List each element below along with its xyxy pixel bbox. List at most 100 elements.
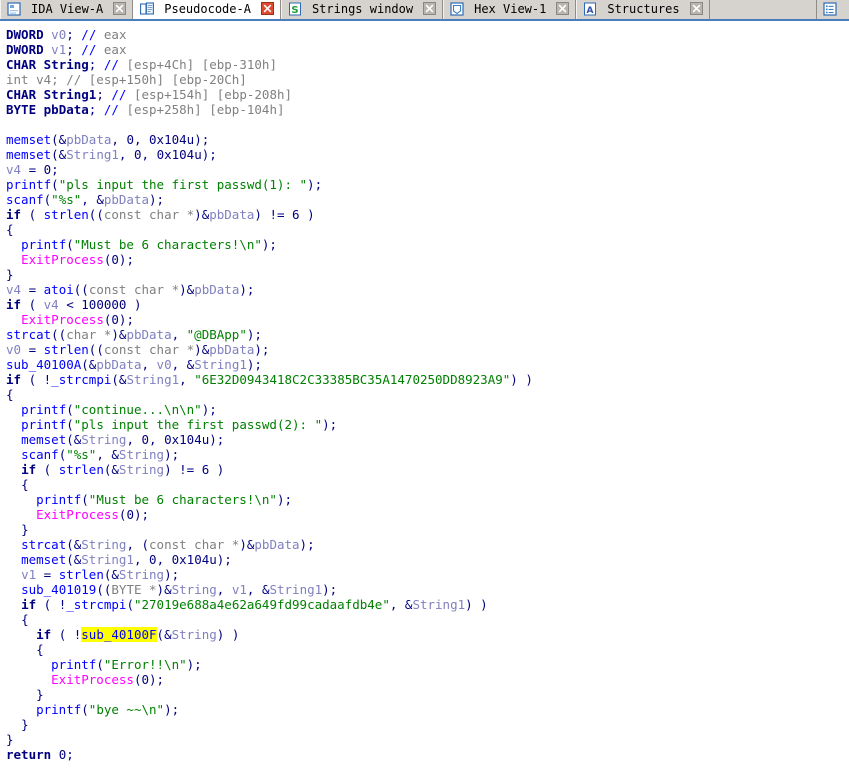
- code-token[interactable]: sub_40100A: [6, 357, 81, 372]
- code-token[interactable]: strlen: [59, 567, 104, 582]
- tab-close-icon[interactable]: [689, 2, 703, 15]
- code-line[interactable]: strcat((char *)&pbData, "@DBApp");: [6, 327, 849, 342]
- code-token[interactable]: v0: [157, 357, 172, 372]
- code-line[interactable]: memset(&String1, 0, 0x104u);: [6, 552, 849, 567]
- code-token[interactable]: printf: [21, 402, 66, 417]
- code-line[interactable]: ExitProcess(0);: [6, 312, 849, 327]
- code-token[interactable]: printf: [36, 702, 81, 717]
- code-line[interactable]: printf("pls input the first passwd(2): "…: [6, 417, 849, 432]
- code-line[interactable]: if ( strlen((const char *)&pbData) != 6 …: [6, 207, 849, 222]
- code-line[interactable]: printf("Error!!\n");: [6, 657, 849, 672]
- code-line[interactable]: DWORD v1; // eax: [6, 42, 849, 57]
- code-line[interactable]: printf("bye ~~\n");: [6, 702, 849, 717]
- tab-structures[interactable]: A Structures: [576, 0, 710, 19]
- code-token[interactable]: //: [81, 42, 96, 57]
- code-line[interactable]: if ( strlen(&String) != 6 ): [6, 462, 849, 477]
- code-token[interactable]: String: [81, 432, 126, 447]
- code-line[interactable]: [6, 117, 849, 132]
- code-line[interactable]: v4 = 0;: [6, 162, 849, 177]
- code-token[interactable]: String: [119, 567, 164, 582]
- code-token[interactable]: atoi: [44, 282, 74, 297]
- code-token[interactable]: pbData: [209, 207, 254, 222]
- code-token[interactable]: strlen: [59, 462, 104, 477]
- code-line[interactable]: }: [6, 717, 849, 732]
- code-token[interactable]: pbData: [209, 342, 254, 357]
- code-token[interactable]: pbData: [104, 192, 149, 207]
- code-token[interactable]: pbData: [126, 327, 171, 342]
- code-line[interactable]: memset(&pbData, 0, 0x104u);: [6, 132, 849, 147]
- code-token[interactable]: //: [104, 57, 119, 72]
- code-line[interactable]: DWORD v0; // eax: [6, 27, 849, 42]
- code-line[interactable]: scanf("%s", &pbData);: [6, 192, 849, 207]
- code-token[interactable]: strcat: [6, 327, 51, 342]
- code-line[interactable]: {: [6, 222, 849, 237]
- code-token[interactable]: ExitProcess: [36, 507, 119, 522]
- code-line[interactable]: ExitProcess(0);: [6, 252, 849, 267]
- code-token[interactable]: ExitProcess: [51, 672, 134, 687]
- code-token[interactable]: pbData: [254, 537, 299, 552]
- code-line[interactable]: }: [6, 267, 849, 282]
- code-token[interactable]: strlen: [44, 342, 89, 357]
- code-line[interactable]: if ( !sub_40100F(&String) ): [6, 627, 849, 642]
- code-token[interactable]: String1: [81, 552, 134, 567]
- tab-close-icon[interactable]: [113, 2, 127, 15]
- code-line[interactable]: printf("pls input the first passwd(1): "…: [6, 177, 849, 192]
- code-token[interactable]: scanf: [6, 192, 44, 207]
- code-token[interactable]: String1: [269, 582, 322, 597]
- code-token[interactable]: memset: [6, 132, 51, 147]
- code-token[interactable]: sub_401019: [21, 582, 96, 597]
- code-token[interactable]: //: [104, 102, 119, 117]
- code-token[interactable]: String: [119, 447, 164, 462]
- code-token[interactable]: strcat: [21, 537, 66, 552]
- code-line[interactable]: printf("Must be 6 characters!\n");: [6, 237, 849, 252]
- code-line[interactable]: CHAR String1; // [esp+154h] [ebp-208h]: [6, 87, 849, 102]
- code-line[interactable]: if ( v4 < 100000 ): [6, 297, 849, 312]
- code-line[interactable]: v0 = strlen((const char *)&pbData);: [6, 342, 849, 357]
- code-token[interactable]: //: [81, 27, 96, 42]
- code-token[interactable]: pbData: [194, 282, 239, 297]
- code-line[interactable]: v4 = atoi((const char *)&pbData);: [6, 282, 849, 297]
- code-line[interactable]: printf("continue...\n\n");: [6, 402, 849, 417]
- code-line[interactable]: sub_40100A(&pbData, v0, &String1);: [6, 357, 849, 372]
- tab-strings-window[interactable]: S Strings window: [280, 0, 444, 19]
- code-token[interactable]: v1: [232, 582, 247, 597]
- code-line[interactable]: if ( !_strcmpi("27019e688a4e62a649fd99ca…: [6, 597, 849, 612]
- code-line[interactable]: int v4; // [esp+150h] [ebp-20Ch]: [6, 72, 849, 87]
- code-line[interactable]: CHAR String; // [esp+4Ch] [ebp-310h]: [6, 57, 849, 72]
- code-token[interactable]: scanf: [21, 447, 59, 462]
- code-line[interactable]: BYTE pbData; // [esp+258h] [ebp-104h]: [6, 102, 849, 117]
- code-token[interactable]: v1: [51, 42, 66, 57]
- code-token[interactable]: v4: [6, 282, 21, 297]
- code-token[interactable]: _strcmpi: [51, 372, 111, 387]
- tab-pseudocode-a[interactable]: Pseudocode-A: [133, 0, 281, 19]
- code-line[interactable]: memset(&String, 0, 0x104u);: [6, 432, 849, 447]
- tab-bar-overflow-button[interactable]: [816, 0, 849, 19]
- code-line[interactable]: scanf("%s", &String);: [6, 447, 849, 462]
- code-token[interactable]: //: [111, 87, 126, 102]
- code-token[interactable]: pbData: [66, 132, 111, 147]
- code-token[interactable]: String: [172, 582, 217, 597]
- code-line[interactable]: memset(&String1, 0, 0x104u);: [6, 147, 849, 162]
- code-line[interactable]: return 0;: [6, 747, 849, 762]
- code-token[interactable]: strlen: [44, 207, 89, 222]
- code-line[interactable]: {: [6, 387, 849, 402]
- code-token[interactable]: String: [172, 627, 217, 642]
- code-token[interactable]: memset: [6, 147, 51, 162]
- code-token[interactable]: v4: [6, 162, 21, 177]
- code-token[interactable]: printf: [21, 417, 66, 432]
- code-token[interactable]: v0: [6, 342, 21, 357]
- code-token[interactable]: String1: [194, 357, 247, 372]
- code-line[interactable]: strcat(&String, (const char *)&pbData);: [6, 537, 849, 552]
- code-token[interactable]: String1: [66, 147, 119, 162]
- code-token[interactable]: String: [81, 537, 126, 552]
- code-token[interactable]: memset: [21, 432, 66, 447]
- code-token[interactable]: v1: [21, 567, 36, 582]
- code-line[interactable]: }: [6, 522, 849, 537]
- code-token[interactable]: printf: [51, 657, 96, 672]
- tab-close-icon[interactable]: [556, 2, 570, 15]
- tab-hex-view-1[interactable]: Hex View-1: [443, 0, 577, 19]
- code-token[interactable]: _strcmpi: [66, 597, 126, 612]
- code-line[interactable]: }: [6, 687, 849, 702]
- code-line[interactable]: {: [6, 612, 849, 627]
- code-token[interactable]: ExitProcess: [21, 252, 104, 267]
